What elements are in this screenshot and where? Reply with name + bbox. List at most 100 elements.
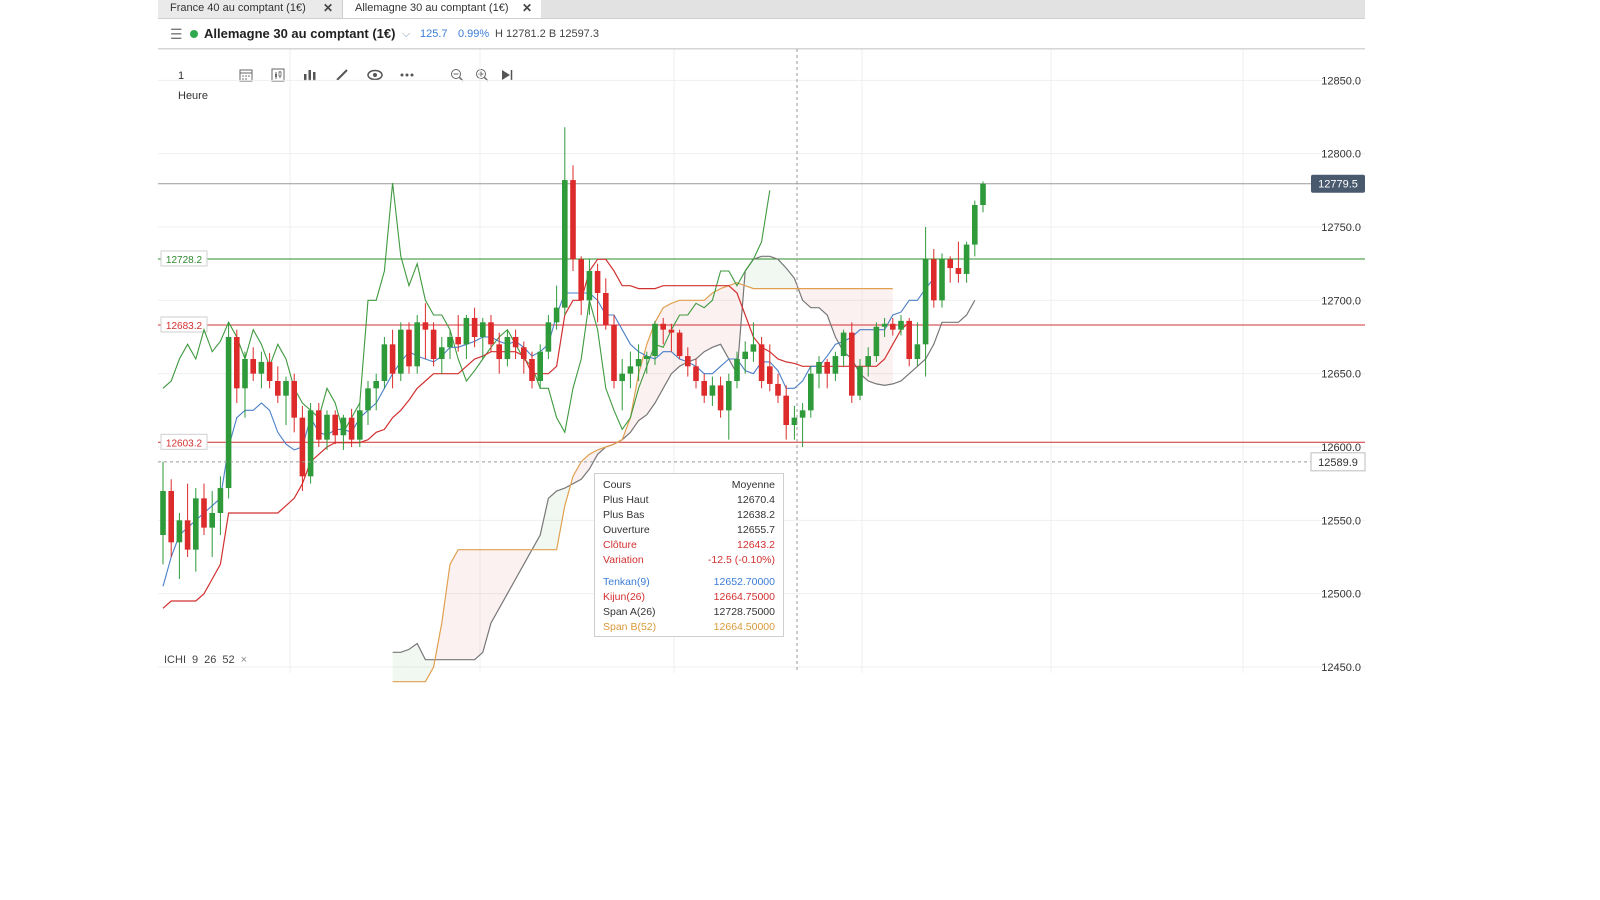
candle — [939, 253, 945, 308]
ohlc-tooltip: Cours Moyenne Plus Haut 12670.4 Plus Bas 1… — [594, 473, 784, 637]
candle-body — [545, 322, 552, 352]
candle — [832, 351, 839, 381]
candle-body — [578, 259, 584, 301]
cloud-segment — [761, 256, 770, 289]
candle-body — [750, 344, 757, 352]
candle-body — [258, 361, 265, 374]
candle — [914, 322, 921, 367]
price-tick-label: 12700.0 — [1321, 295, 1361, 307]
crosshair-price-text: 12589.9 — [1318, 457, 1358, 469]
candle-body — [225, 337, 232, 489]
candle — [406, 322, 412, 374]
close-icon[interactable]: × — [241, 654, 247, 666]
cloud-segment — [466, 549, 475, 660]
candle — [931, 249, 937, 308]
candle-body — [471, 317, 478, 337]
cloud-segment — [491, 549, 500, 623]
candle-body — [160, 491, 166, 535]
candle — [799, 403, 806, 447]
tooltip-value: 12664.50000 — [713, 621, 775, 633]
candle-body — [881, 323, 888, 327]
indicator-name: ICHI — [164, 654, 186, 666]
candle-body — [504, 337, 511, 359]
candle-body — [283, 381, 289, 396]
candle — [250, 347, 256, 381]
candle-body — [611, 325, 617, 381]
level-label-text: 12603.2 — [166, 438, 203, 449]
cloud-segment — [810, 288, 819, 308]
tooltip-row: Plus Bas 12638.2 — [603, 508, 775, 523]
candle-body — [332, 414, 338, 436]
candle — [783, 385, 789, 440]
candle — [619, 359, 625, 411]
tooltip-ind-row: Tenkan(9) 12652.70000 — [603, 575, 775, 590]
candle — [562, 127, 568, 315]
candle-body — [758, 344, 765, 381]
candle-body — [775, 383, 781, 396]
candle — [357, 403, 363, 447]
candle — [570, 165, 576, 271]
candle-body — [742, 351, 748, 359]
cloud-segment — [392, 652, 401, 682]
candle-body — [980, 183, 986, 205]
tooltip-row: Ouverture 12655.7 — [603, 523, 775, 538]
candle — [701, 373, 707, 403]
candle-body — [963, 244, 970, 274]
candle-body — [480, 322, 486, 337]
candle — [365, 381, 371, 425]
candle-body — [389, 344, 396, 374]
candle — [471, 307, 478, 348]
candle-body — [406, 329, 412, 367]
candle-body — [873, 326, 880, 357]
candle-body — [734, 359, 740, 381]
cloud-segment — [450, 549, 459, 660]
candle-body — [840, 332, 847, 357]
candle — [307, 403, 314, 484]
candle — [193, 488, 199, 572]
candle — [430, 322, 437, 367]
candle — [209, 491, 215, 557]
candle-body — [422, 322, 429, 330]
tooltip-value: 12638.2 — [737, 509, 775, 521]
current-price-badge-text: 12779.5 — [1318, 179, 1358, 191]
tooltip-value: -12.5 (-0.10%) — [707, 554, 775, 566]
candle-body — [799, 410, 806, 418]
cloud-segment — [515, 549, 524, 579]
candle-body — [701, 381, 707, 396]
candle-body — [849, 332, 855, 396]
candle-body — [857, 366, 863, 396]
candle-body — [201, 498, 207, 528]
candle-body — [586, 271, 593, 301]
candle — [398, 322, 404, 381]
candle-body — [324, 414, 330, 440]
candle — [234, 329, 240, 403]
candle-body — [398, 329, 404, 374]
candle-body — [299, 417, 306, 477]
candle-body — [348, 417, 355, 440]
candle-body — [914, 344, 921, 359]
candle — [332, 410, 338, 445]
candle-body — [619, 373, 625, 381]
tooltip-row: Plus Haut 12670.4 — [603, 493, 775, 508]
tooltip-ind-row: Kijun(26) 12664.75000 — [603, 590, 775, 605]
price-chart[interactable]: 12728.2 12683.2 12603.2 12850.0 12800.0 1275… — [0, 0, 1600, 900]
price-tick-label: 12500.0 — [1321, 589, 1361, 601]
candle — [168, 479, 174, 557]
tooltip-key: Kijun(26) — [603, 591, 646, 603]
candle — [160, 461, 166, 565]
candle-body — [373, 381, 379, 389]
candle-body — [193, 498, 199, 550]
candle-body — [644, 356, 650, 359]
candle — [955, 241, 962, 283]
candle-body — [922, 259, 929, 345]
cloud-segment — [499, 549, 508, 609]
price-axis: 12850.0 12800.0 12750.0 12700.0 12650.0 12600… — [1311, 75, 1365, 674]
tooltip-ind-row: Span B(52) 12664.50000 — [603, 620, 775, 635]
candle — [627, 351, 634, 389]
candle — [283, 376, 289, 425]
indicator-legend: ICHI 9 26 52 × — [164, 654, 253, 666]
candle-body — [209, 513, 215, 528]
tooltip-key: Plus Bas — [603, 509, 645, 521]
candle — [414, 315, 420, 374]
indicator-param: 52 — [222, 654, 235, 666]
